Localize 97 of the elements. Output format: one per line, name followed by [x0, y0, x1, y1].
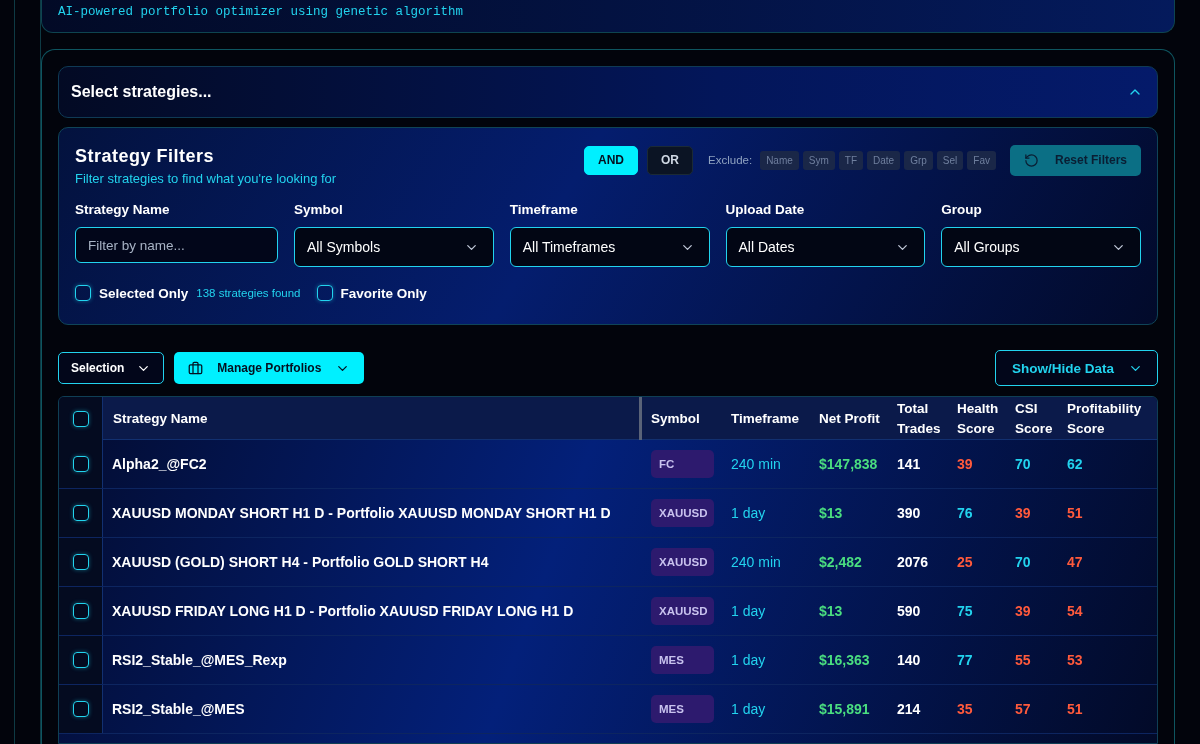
filters-subtitle: Filter strategies to find what you're looking for: [75, 171, 337, 186]
column-header[interactable]: Health Score: [948, 398, 1006, 439]
timeframe-cell-text: 1 day: [730, 603, 767, 619]
selection-button[interactable]: Selection: [58, 352, 165, 384]
score-cell-text: 51: [1066, 505, 1084, 521]
filter-dropdown[interactable]: All Dates: [725, 227, 926, 267]
trades-cell-text: 2076: [896, 554, 930, 570]
score-cell-text: 70: [1014, 456, 1032, 472]
score-cell-text: 57: [1014, 701, 1032, 717]
trades-cell-text: 214: [896, 701, 922, 717]
symbol-tag: XAUUSD: [651, 548, 714, 576]
exclude-chip[interactable]: Date: [867, 150, 901, 170]
net-profit-cell-text: $147,838: [818, 456, 879, 472]
row-checkbox[interactable]: [72, 701, 89, 717]
filters-title: Strategy Filters: [75, 146, 216, 167]
show-hide-data-button[interactable]: Show/Hide Data: [995, 350, 1158, 386]
score-cell-text: 25: [956, 554, 974, 570]
score-cell-text: 47: [1066, 554, 1084, 570]
net-profit-cell-text: $13: [818, 603, 844, 619]
timeframe-cell-text: 240 min: [730, 456, 782, 472]
strategy-picker[interactable]: Select strategies...: [58, 66, 1158, 118]
column-header[interactable]: Strategy Name: [103, 408, 208, 429]
symbol-tag: XAUUSD: [651, 499, 714, 527]
filter-dropdown[interactable]: All Groups: [941, 227, 1141, 267]
strategy-name: RSI2_Stable_@MES_Rexp: [111, 652, 288, 668]
score-cell-text: 77: [956, 652, 974, 668]
score-cell-text: 70: [1014, 554, 1032, 570]
score-cell-text: 75: [956, 603, 974, 619]
manage-portfolios-button[interactable]: Manage Portfolios: [174, 352, 365, 384]
trades-cell-text: 141: [896, 456, 922, 472]
score-cell-text: 39: [1014, 603, 1032, 619]
score-cell-text: 54: [1066, 603, 1084, 619]
select-all-checkbox[interactable]: [72, 410, 89, 427]
column-header[interactable]: CSI Score: [1006, 398, 1058, 439]
net-profit-cell-text: $16,363: [818, 652, 871, 668]
exclude-chip[interactable]: Name: [760, 150, 799, 170]
column-header[interactable]: Timeframe: [722, 408, 810, 429]
exclude-chip[interactable]: Grp: [904, 150, 933, 170]
exclude-chip[interactable]: Sym: [802, 150, 835, 170]
favorite-only-checkbox[interactable]: Favorite Only: [316, 285, 427, 301]
field-label: Strategy Name: [75, 202, 171, 217]
column-header[interactable]: Total Trades: [888, 398, 948, 439]
field-label: Group: [941, 202, 983, 217]
exclude-chip[interactable]: Fav: [967, 150, 996, 170]
timeframe-cell-text: 1 day: [730, 505, 767, 521]
column-header[interactable]: Net Profit: [810, 408, 888, 429]
trades-cell-text: 590: [896, 603, 922, 619]
filter-dropdown[interactable]: All Symbols: [294, 227, 494, 267]
strategy-name: XAUUSD FRIDAY LONG H1 D - Portfolio XAUUSD FRIDAY LONG H1 D: [111, 603, 575, 619]
strategy-name: XAUUSD (GOLD) SHORT H4 - Portfolio GOLD SHORT H4: [111, 554, 490, 570]
score-cell-text: 62: [1066, 456, 1084, 472]
symbol-tag: XAUUSD: [651, 597, 714, 625]
timeframe-cell-text: 1 day: [730, 652, 767, 668]
filter-dropdown[interactable]: All Timeframes: [509, 227, 710, 267]
timeframe-cell-text: 1 day: [730, 701, 767, 717]
timeframe-cell-text: 240 min: [730, 554, 782, 570]
net-profit-cell-text: $15,891: [818, 701, 871, 717]
logic-toggle[interactable]: OR: [647, 145, 694, 175]
strategy-name: Alpha2_@FC2: [111, 456, 208, 472]
exclude-chip[interactable]: Sel: [936, 150, 964, 170]
trades-cell-text: 390: [896, 505, 922, 521]
score-cell-text: 51: [1066, 701, 1084, 717]
logic-toggle[interactable]: AND: [584, 145, 639, 175]
symbol-tag: MES: [651, 646, 714, 674]
row-checkbox[interactable]: [72, 505, 89, 521]
symbol-tag: FC: [651, 450, 714, 478]
row-checkbox[interactable]: [72, 603, 89, 619]
briefcase-icon: [188, 360, 204, 376]
score-cell-text: 35: [956, 701, 974, 717]
field-label: Symbol: [294, 202, 344, 217]
row-checkbox[interactable]: [72, 652, 89, 668]
resize-handle[interactable]: [639, 397, 642, 440]
picker-title: Select strategies...: [71, 83, 212, 101]
strategies-count: 138 strategies found: [196, 287, 301, 299]
row-checkbox[interactable]: [72, 456, 89, 472]
net-profit-cell-text: $13: [818, 505, 844, 521]
score-cell-text: 53: [1066, 652, 1084, 668]
score-cell-text: 39: [956, 456, 974, 472]
exclude-label: Exclude:: [708, 154, 753, 166]
net-profit-cell-text: $2,482: [818, 554, 863, 570]
strategy-name: RSI2_Stable_@MES: [111, 701, 246, 717]
field-label: Timeframe: [509, 202, 579, 217]
strategy-name: XAUUSD MONDAY SHORT H1 D - Portfolio XAUUSD MONDAY SHORT H1 D: [111, 505, 612, 521]
reset-icon: [1023, 152, 1039, 168]
field-label: Upload Date: [725, 202, 806, 217]
score-cell-text: 76: [956, 505, 974, 521]
optimizer-subtitle: AI-powered portfolio optimizer using genetic algorithm: [58, 5, 464, 19]
column-header[interactable]: Symbol: [642, 408, 722, 429]
column-header[interactable]: Profitability Score: [1058, 398, 1147, 439]
trades-cell-text: 140: [896, 652, 922, 668]
selected-only-checkbox[interactable]: Selected Only: [75, 285, 189, 301]
score-cell-text: 55: [1014, 652, 1032, 668]
row-checkbox[interactable]: [72, 554, 89, 570]
name-filter-field[interactable]: Filter by name...: [75, 227, 278, 263]
score-cell-text: 39: [1014, 505, 1032, 521]
symbol-tag: MES: [651, 695, 714, 723]
exclude-chip[interactable]: TF: [838, 150, 864, 170]
